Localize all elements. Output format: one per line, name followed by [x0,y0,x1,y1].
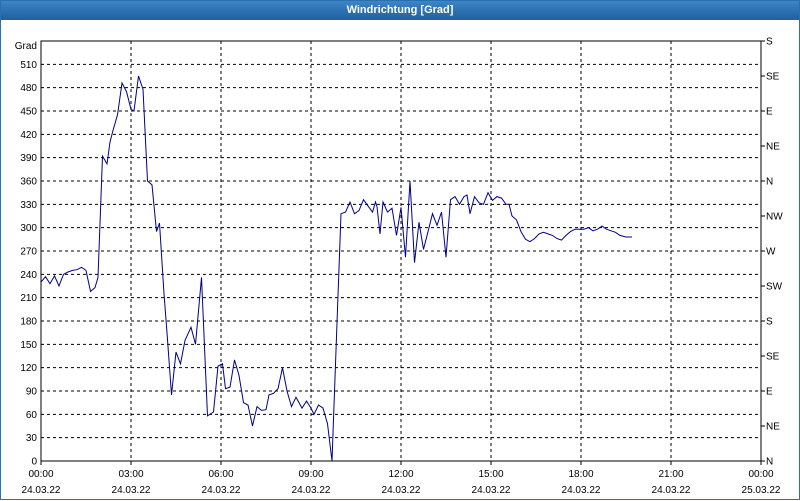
right-tick-label: E [766,387,773,398]
x-tick-time: 12:00 [388,469,413,480]
y-tick-label: 0 [31,457,37,468]
chart-window: Windrichtung [Grad] 0 30 60 90 120 150 180 210 2… [0,0,800,500]
y-tick-label: 150 [20,340,37,351]
x-tick-date: 24.03.22 [382,485,421,496]
right-tick-label: NW [766,212,783,223]
right-tick-label: N [766,177,773,188]
y-tick-label: 60 [26,410,38,421]
y-tick-label: 480 [20,83,37,94]
x-tick-date: 24.03.22 [562,485,601,496]
right-tick-label: SW [766,282,783,293]
x-tick-time: 03:00 [118,469,143,480]
x-tick-date: 24.03.22 [22,485,61,496]
x-tick-time: 18:00 [568,469,593,480]
y-tick-label: 420 [20,130,37,141]
y-tick-label: 210 [20,293,37,304]
right-tick-label: S [766,317,773,328]
y-tick-label: 120 [20,363,37,374]
chart-area: 0 30 60 90 120 150 180 210 240 270 300 330 360 390 420… [15,37,783,497]
y-tick-label: 360 [20,177,37,188]
x-tick-date: 25.03.22 [742,485,781,496]
x-tick-date: 24.03.22 [472,485,511,496]
right-tick-label: E [766,107,773,118]
right-tick-label: SE [766,72,780,83]
right-tick-label: S [766,37,773,48]
y-tick-label: 390 [20,153,37,164]
right-tick-label: SE [766,352,780,363]
right-tick-label: W [766,247,776,258]
x-tick-time: 06:00 [208,469,233,480]
y-tick-label: 270 [20,247,37,258]
y-tick-label: 180 [20,317,37,328]
x-tick-time: 09:00 [298,469,323,480]
y-tick-label: 90 [26,387,38,398]
y-tick-label: 240 [20,270,37,281]
x-tick-time: 21:00 [658,469,683,480]
y-tick-label: 330 [20,200,37,211]
y-tick-label: 450 [20,107,37,118]
x-tick-time: 15:00 [478,469,503,480]
right-tick-label: NE [766,142,780,153]
right-tick-label: NE [766,422,780,433]
x-tick-date: 24.03.22 [292,485,331,496]
x-tick-date: 24.03.22 [202,485,241,496]
y-tick-label: 510 [20,60,37,71]
series-line [40,75,632,462]
x-tick-time: 00:00 [748,469,773,480]
x-tick-date: 24.03.22 [652,485,691,496]
y-axis-label: Grad [15,41,37,52]
y-tick-label: 30 [26,433,38,444]
right-tick-label: N [766,457,773,468]
y-tick-label: 300 [20,223,37,234]
x-tick-date: 24.03.22 [112,485,151,496]
x-tick-time: 00:00 [28,469,53,480]
